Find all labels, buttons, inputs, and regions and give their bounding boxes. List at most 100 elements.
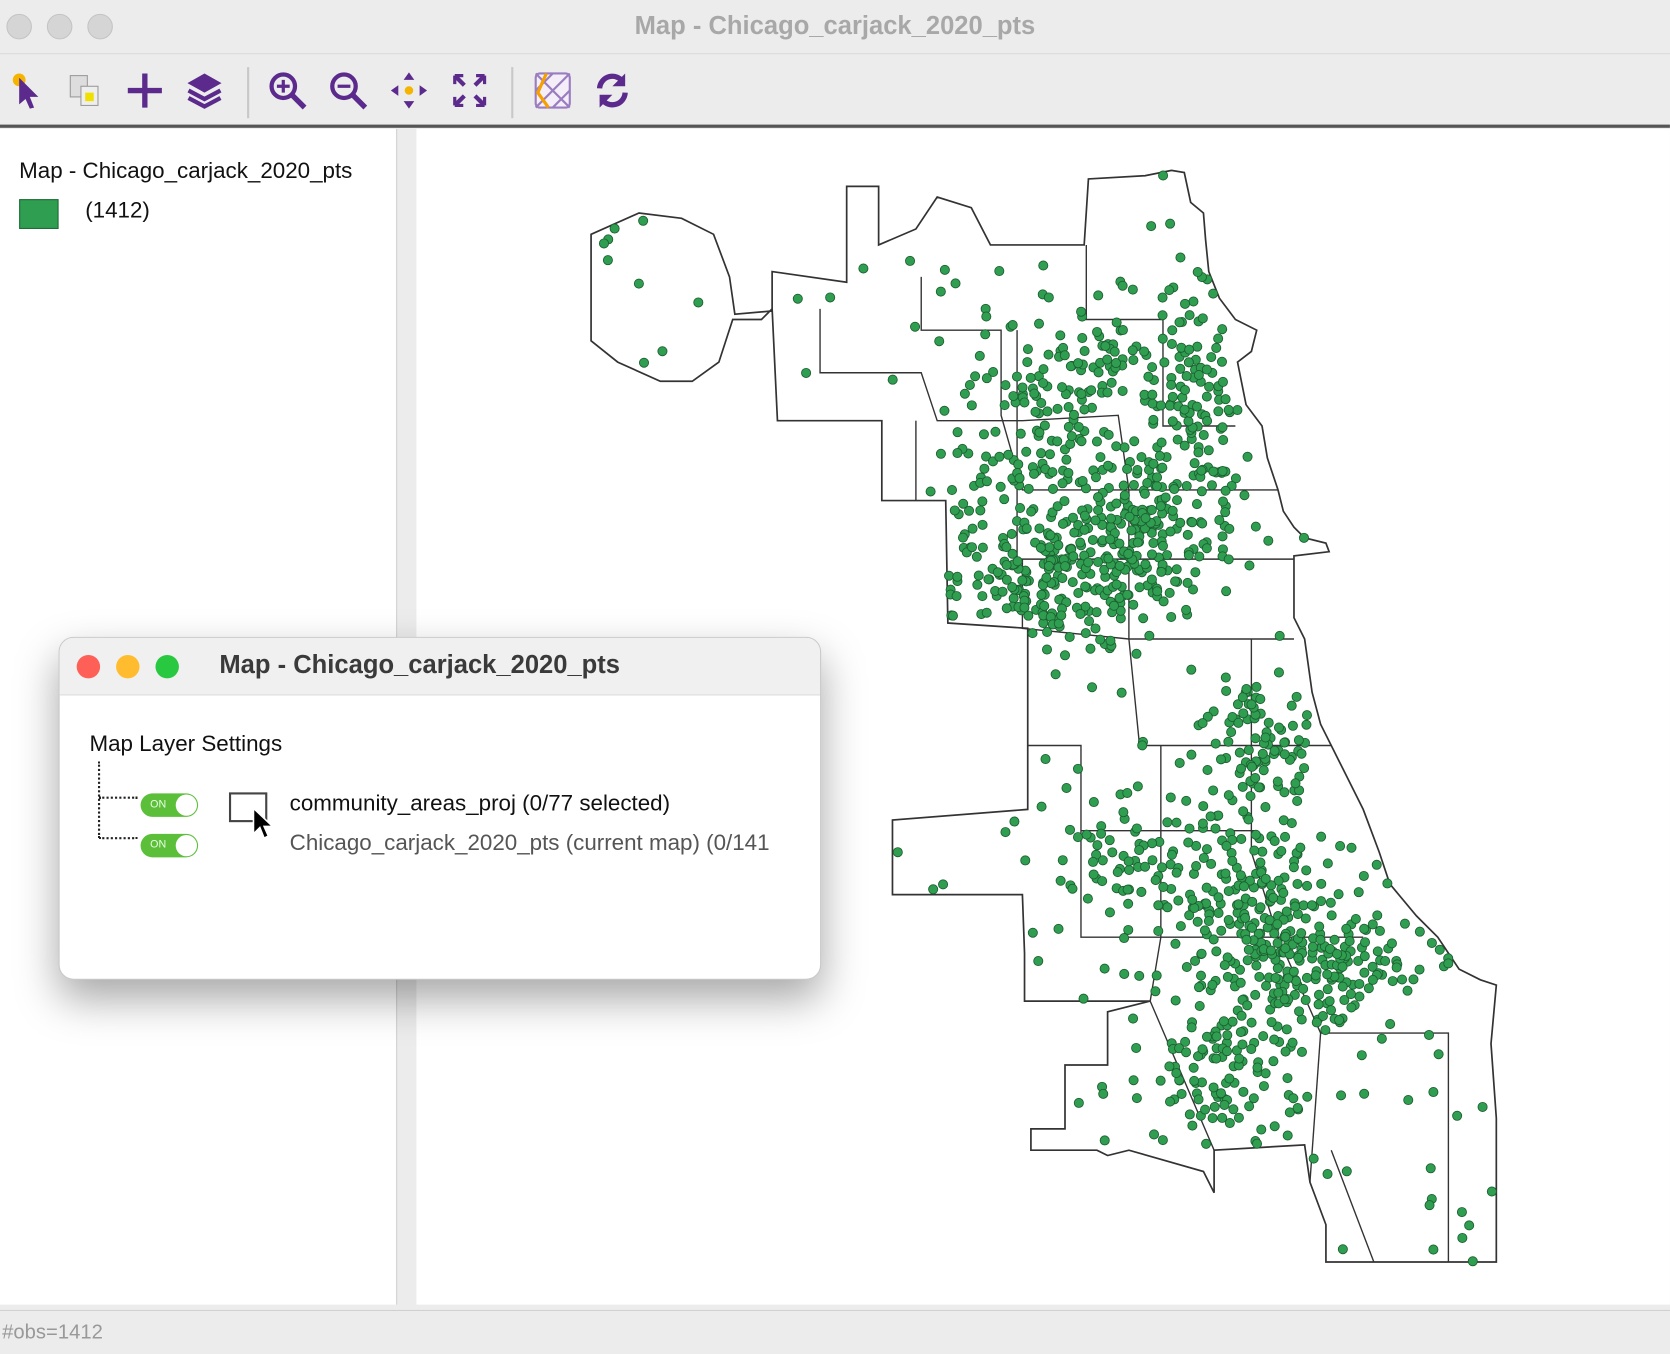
carjack-point	[1227, 1016, 1238, 1027]
carjack-point	[1050, 669, 1061, 680]
carjack-point	[1181, 962, 1192, 973]
carjack-point	[1255, 902, 1266, 913]
carjack-point	[1385, 1018, 1396, 1030]
carjack-point	[1335, 841, 1346, 852]
carjack-point	[1137, 740, 1148, 751]
carjack-point	[1035, 542, 1046, 553]
carjack-point	[1038, 260, 1049, 271]
layer-toggle-carjack-pts[interactable]: ON	[140, 833, 199, 858]
carjack-point	[1165, 792, 1176, 803]
carjack-point	[1222, 1030, 1233, 1041]
carjack-point	[939, 264, 950, 275]
layer-toggle-community-areas[interactable]: ON	[140, 793, 199, 817]
carjack-point	[1043, 292, 1054, 303]
carjack-point	[1293, 952, 1304, 963]
carjack-point	[1044, 542, 1055, 553]
carjack-point	[1203, 916, 1214, 927]
carjack-point	[1103, 553, 1114, 564]
carjack-point	[1224, 1073, 1235, 1084]
carjack-point	[1206, 858, 1217, 869]
carjack-point	[1201, 543, 1212, 554]
carjack-point	[1157, 862, 1168, 873]
carjack-point	[1171, 1068, 1182, 1079]
carjack-point	[1108, 600, 1119, 611]
layer-name-community-areas[interactable]: community_areas_proj (0/77 selected)	[290, 791, 670, 817]
carjack-point	[1194, 551, 1205, 562]
carjack-point	[1196, 948, 1207, 959]
carjack-point	[1287, 720, 1298, 731]
carjack-point	[1216, 356, 1227, 367]
carjack-point	[1188, 1062, 1199, 1073]
carjack-point	[1374, 925, 1385, 936]
carjack-point	[1296, 748, 1307, 759]
carjack-point	[1175, 252, 1186, 263]
carjack-point	[1286, 818, 1297, 829]
carjack-point	[1281, 906, 1292, 917]
carjack-point	[970, 371, 981, 382]
dialog-minimize-button[interactable]	[116, 654, 140, 679]
carjack-point	[947, 610, 958, 621]
carjack-point	[1105, 635, 1116, 646]
carjack-point	[1414, 926, 1425, 937]
carjack-point	[1060, 561, 1071, 572]
carjack-point	[1014, 473, 1025, 484]
carjack-point	[1403, 1095, 1414, 1106]
carjack-point	[1254, 971, 1265, 982]
carjack-point	[1059, 496, 1070, 507]
carjack-point	[1217, 376, 1228, 387]
carjack-point	[1208, 785, 1219, 796]
carjack-point	[977, 591, 988, 602]
carjack-point	[1122, 464, 1133, 475]
carjack-point	[1223, 915, 1234, 926]
carjack-point	[939, 405, 950, 416]
carjack-point	[974, 350, 985, 361]
carjack-point	[1367, 919, 1378, 930]
carjack-point	[1250, 521, 1261, 532]
carjack-point	[1247, 896, 1258, 907]
carjack-point	[1109, 346, 1120, 357]
carjack-point	[1279, 749, 1290, 760]
carjack-point	[1105, 534, 1116, 545]
carjack-point	[1272, 919, 1283, 930]
carjack-point	[1250, 989, 1261, 1000]
carjack-point	[1166, 379, 1177, 390]
carjack-point	[1136, 886, 1147, 897]
carjack-point	[1380, 956, 1391, 967]
carjack-point	[1119, 442, 1130, 453]
carjack-point	[1036, 801, 1047, 812]
carjack-point	[1354, 991, 1365, 1002]
obs-count: #obs=1412	[2, 1321, 103, 1345]
carjack-point	[1001, 574, 1012, 585]
layer-name-carjack-pts[interactable]: Chicago_carjack_2020_pts (current map) (…	[290, 831, 770, 857]
carjack-point	[1201, 391, 1212, 402]
carjack-point	[1280, 943, 1291, 954]
carjack-point	[1053, 923, 1064, 934]
carjack-point	[1164, 587, 1175, 598]
carjack-point	[602, 255, 613, 266]
carjack-point	[1236, 763, 1247, 774]
carjack-point	[1258, 765, 1269, 776]
carjack-point	[1324, 996, 1335, 1007]
carjack-point	[1268, 892, 1279, 903]
carjack-point	[1213, 333, 1224, 344]
carjack-point	[1102, 387, 1113, 398]
carjack-point	[1072, 763, 1083, 774]
carjack-point	[977, 496, 988, 507]
carjack-point	[1218, 496, 1229, 507]
carjack-point	[1127, 345, 1138, 356]
carjack-point	[1181, 604, 1192, 615]
dialog-zoom-button[interactable]	[155, 654, 179, 679]
carjack-point	[1167, 505, 1178, 516]
carjack-point	[1167, 416, 1178, 427]
carjack-point	[1242, 955, 1253, 966]
carjack-point	[1360, 937, 1371, 948]
carjack-point	[1456, 1207, 1467, 1218]
carjack-point	[1142, 477, 1153, 488]
carjack-point	[1477, 1101, 1488, 1112]
carjack-point	[1202, 415, 1213, 426]
carjack-point	[1242, 451, 1253, 462]
dialog-close-button[interactable]	[76, 654, 101, 679]
carjack-point	[1322, 1169, 1333, 1180]
carjack-point	[1067, 577, 1078, 588]
carjack-point	[633, 278, 644, 289]
